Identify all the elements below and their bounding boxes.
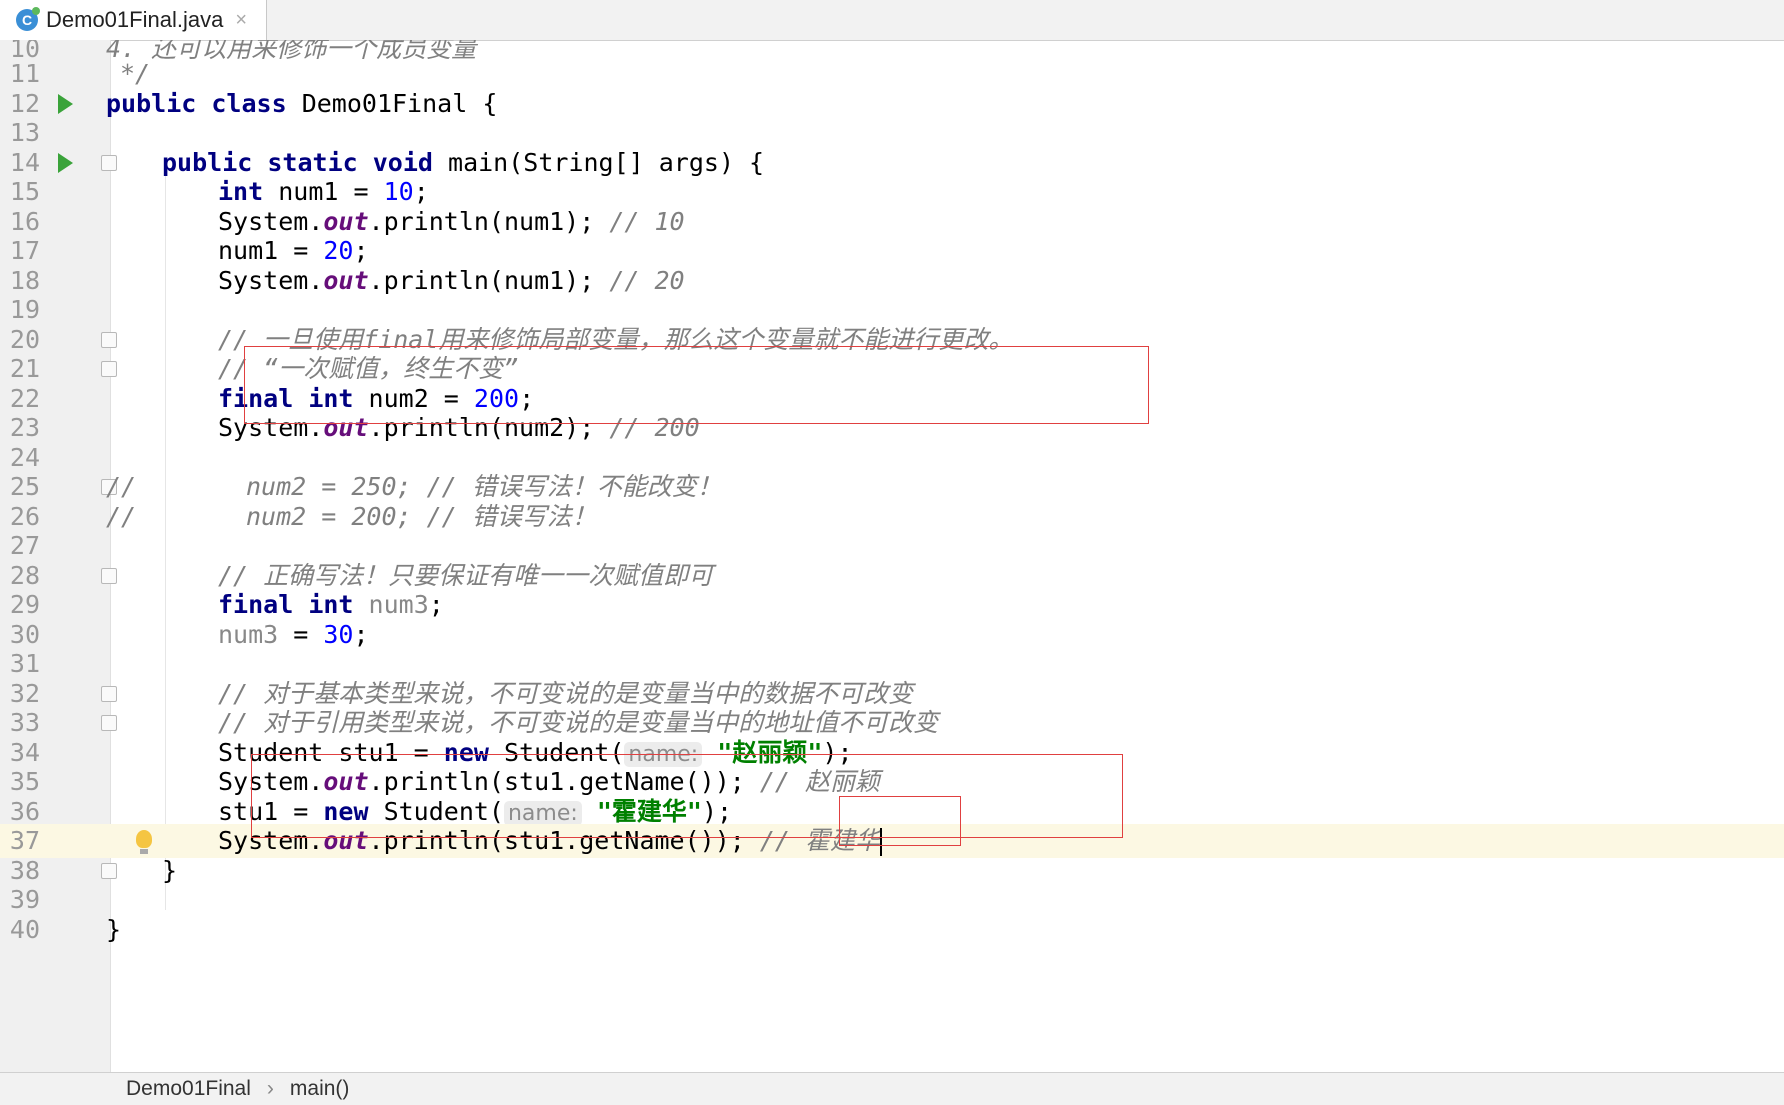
fold-icon[interactable]: [101, 686, 117, 702]
line-number: 23: [9, 413, 40, 442]
code-line: 40 }: [0, 913, 1784, 947]
close-icon[interactable]: ×: [235, 9, 247, 32]
comment: */: [120, 59, 151, 88]
code-text: final int num3;: [218, 590, 444, 619]
code-line: 15 int num1 = 10;: [0, 175, 1784, 209]
line-number: 37: [9, 826, 40, 855]
code-line: 25 // num2 = 250; // 错误写法！不能改变！: [0, 470, 1784, 504]
line-number: 13: [9, 118, 40, 147]
line-number: 15: [9, 177, 40, 206]
breadcrumb-separator: ›: [266, 1077, 274, 1100]
line-number: 35: [9, 767, 40, 796]
run-icon[interactable]: [58, 94, 73, 114]
breadcrumb-class[interactable]: Demo01Final: [126, 1077, 251, 1101]
line-number: 17: [9, 236, 40, 265]
run-icon[interactable]: [58, 153, 73, 173]
fold-icon[interactable]: [101, 155, 117, 171]
lightbulb-icon[interactable]: [136, 830, 152, 854]
breadcrumb: Demo01Final › main(): [0, 1072, 1784, 1105]
code-line: 17 num1 = 20;: [0, 234, 1784, 268]
code-text: int num1 = 10;: [218, 177, 429, 206]
comment-marker: //: [106, 472, 137, 501]
code-text: num1 = 20;: [218, 236, 369, 265]
breadcrumb-method[interactable]: main(): [290, 1077, 350, 1101]
fold-icon[interactable]: [101, 568, 117, 584]
java-class-icon: C: [16, 7, 40, 31]
line-number: 40: [9, 915, 40, 944]
fold-icon[interactable]: [101, 863, 117, 879]
code-editor[interactable]: 10 4. 还可以用来修饰一个成员变量 11 */ 12 public clas…: [0, 40, 1784, 1072]
tab-label: Demo01Final.java: [46, 7, 224, 32]
code-line: 29 final int num3;: [0, 588, 1784, 622]
comment: // 对于引用类型来说，不可变说的是变量当中的地址值不可改变: [218, 708, 939, 737]
line-number: 31: [9, 649, 40, 678]
code-line: 27: [0, 529, 1784, 563]
code-line: 13: [0, 116, 1784, 150]
fold-icon[interactable]: [101, 332, 117, 348]
fold-icon[interactable]: [101, 715, 117, 731]
line-number: 27: [9, 531, 40, 560]
comment: num2 = 250; // 错误写法！不能改变！: [246, 472, 722, 501]
line-number: 11: [9, 59, 40, 88]
line-number: 19: [9, 295, 40, 324]
line-number: 21: [9, 354, 40, 383]
annotation-box: [244, 346, 1149, 424]
code-line: 39: [0, 883, 1784, 917]
annotation-box: [251, 754, 1123, 838]
line-number: 25: [9, 472, 40, 501]
code-line: 31: [0, 647, 1784, 681]
code-line: 11 */: [0, 57, 1784, 91]
code-line: 19: [0, 293, 1784, 327]
line-number: 29: [9, 590, 40, 619]
code-line: 33 // 对于引用类型来说，不可变说的是变量当中的地址值不可改变: [0, 706, 1784, 740]
annotation-box-small: [839, 796, 961, 846]
tab-demo01final[interactable]: C Demo01Final.java ×: [0, 0, 267, 40]
line-number: 39: [9, 885, 40, 914]
code-text: }: [106, 915, 122, 944]
editor-tab-bar: C Demo01Final.java ×: [0, 0, 1784, 41]
line-number: 33: [9, 708, 40, 737]
fold-icon[interactable]: [101, 361, 117, 377]
